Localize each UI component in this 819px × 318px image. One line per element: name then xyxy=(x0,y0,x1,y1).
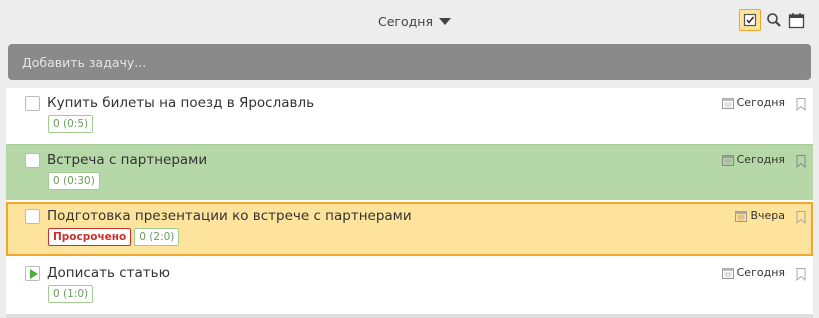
task-row[interactable]: Купить билеты на поезд в Ярославль 0 (0:… xyxy=(6,88,813,144)
bookmark-icon[interactable] xyxy=(796,96,806,115)
task-due-date[interactable]: Вчера xyxy=(735,209,785,222)
task-due-date[interactable]: Сегодня xyxy=(721,266,785,279)
bookmark-icon[interactable] xyxy=(796,209,806,228)
date-filter-dropdown[interactable]: Сегодня xyxy=(378,11,451,31)
task-due-label: Сегодня xyxy=(736,266,785,279)
task-badges: 0 (1:0) xyxy=(48,285,94,303)
task-row-selected[interactable]: Подготовка презентации ко встрече с парт… xyxy=(6,202,813,256)
task-title[interactable]: Встреча с партнерами xyxy=(47,152,207,168)
header: Сегодня xyxy=(0,0,819,40)
task-list: Купить билеты на поезд в Ярославль 0 (0:… xyxy=(6,88,813,318)
task-badges: 0 (0:30) xyxy=(48,172,100,190)
time-estimate-badge: 0 (2:0) xyxy=(134,228,180,246)
task-title[interactable]: Подготовка презентации ко встрече с парт… xyxy=(47,208,412,224)
calendar-icon xyxy=(721,267,734,279)
task-due-label: Сегодня xyxy=(736,96,785,109)
task-due-label: Вчера xyxy=(750,209,785,222)
calendar-icon xyxy=(721,154,734,166)
task-due-label: Сегодня xyxy=(736,153,785,166)
calendar-icon xyxy=(721,97,734,109)
task-checkbox[interactable] xyxy=(25,209,40,224)
task-row[interactable]: Дописать статью 0 (1:0) Сегодня xyxy=(6,258,813,314)
bookmark-icon[interactable] xyxy=(796,153,806,172)
task-checkbox[interactable] xyxy=(25,96,40,111)
time-estimate-badge: 0 (0:30) xyxy=(48,172,100,190)
task-row[interactable]: Встреча с партнерами 0 (0:30) Сегодня xyxy=(6,144,813,200)
search-button[interactable] xyxy=(763,9,785,31)
date-filter-label: Сегодня xyxy=(378,13,433,29)
time-estimate-badge: 0 (1:0) xyxy=(48,285,94,303)
calendar-button[interactable] xyxy=(785,9,807,31)
checklist-toggle-button[interactable] xyxy=(739,9,761,31)
app-frame: Сегодня Добавить задачу... Купить билеты… xyxy=(0,0,819,318)
task-title[interactable]: Купить билеты на поезд в Ярославль xyxy=(47,95,314,111)
task-title[interactable]: Дописать статью xyxy=(47,265,170,281)
bookmark-icon[interactable] xyxy=(796,266,806,285)
search-icon xyxy=(767,13,781,27)
add-task-bar xyxy=(8,44,811,80)
time-estimate-badge: 0 (0:5) xyxy=(48,115,94,133)
calendar-icon xyxy=(735,210,748,222)
checklist-icon xyxy=(743,13,757,27)
task-checkbox[interactable] xyxy=(25,153,40,168)
add-task-input[interactable] xyxy=(8,44,811,80)
play-icon[interactable] xyxy=(25,266,40,281)
caret-down-icon xyxy=(438,18,451,25)
task-due-date[interactable]: Сегодня xyxy=(721,153,785,166)
task-badges: Просрочено 0 (2:0) xyxy=(48,228,180,246)
task-due-date[interactable]: Сегодня xyxy=(721,96,785,109)
overdue-badge: Просрочено xyxy=(48,228,132,246)
list-bottom-divider xyxy=(6,314,813,318)
calendar-icon xyxy=(788,12,804,28)
task-badges: 0 (0:5) xyxy=(48,115,94,133)
